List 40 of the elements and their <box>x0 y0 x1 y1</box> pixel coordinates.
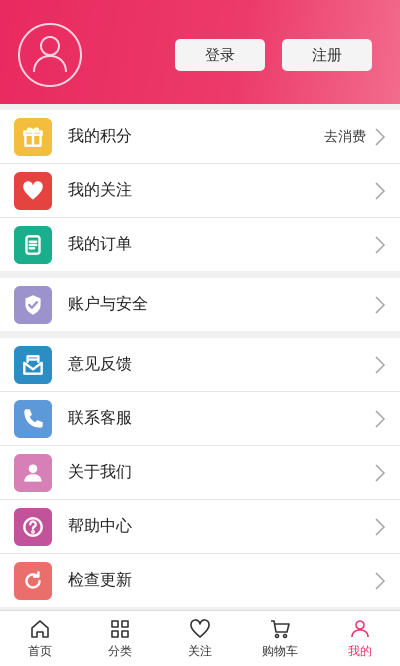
menu-item[interactable]: 我的积分 去消费 <box>0 110 400 163</box>
tab-item[interactable]: 分类 <box>80 611 160 666</box>
chevron-icon <box>374 354 386 374</box>
cart-icon <box>268 617 292 641</box>
chevron-icon <box>374 180 386 200</box>
menu-item[interactable]: 意见反馈 <box>0 338 400 391</box>
chevron-icon <box>374 462 386 482</box>
chevron-icon <box>374 516 386 536</box>
tab-item[interactable]: 我的 <box>320 611 400 666</box>
grid-icon <box>108 617 132 641</box>
chevron-icon <box>374 234 386 254</box>
menu-item[interactable]: 我的订单 <box>0 217 400 271</box>
tab-item[interactable]: 首页 <box>0 611 80 666</box>
menu-label: 我的关注 <box>68 180 132 201</box>
heart-icon <box>188 617 212 641</box>
menu-item[interactable]: 帮助中心 <box>0 499 400 553</box>
menu-label: 联系客服 <box>68 408 132 429</box>
login-button[interactable]: 登录 <box>175 39 265 71</box>
menu-item[interactable]: 检查更新 <box>0 553 400 607</box>
menu-label: 帮助中心 <box>68 516 132 537</box>
register-button[interactable]: 注册 <box>282 39 372 71</box>
menu-item[interactable]: 关于我们 <box>0 445 400 499</box>
chevron-icon <box>374 570 386 590</box>
menu-action[interactable]: 去消费 <box>324 128 366 146</box>
chevron-icon <box>374 294 386 314</box>
menu-item[interactable]: 联系客服 <box>0 391 400 445</box>
menu-label: 检查更新 <box>68 570 132 591</box>
menu-item[interactable]: 账户与安全 <box>0 278 400 331</box>
menu-item[interactable]: 我的关注 <box>0 163 400 217</box>
menu-label: 我的积分 <box>68 126 132 147</box>
chevron-icon <box>374 126 386 146</box>
tab-item[interactable]: 购物车 <box>240 611 320 666</box>
menu-label: 意见反馈 <box>68 354 132 375</box>
chevron-icon <box>374 408 386 428</box>
tab-item[interactable]: 关注 <box>160 611 240 666</box>
home-icon <box>28 617 52 641</box>
menu-label: 我的订单 <box>68 234 132 255</box>
avatar-icon <box>17 22 83 88</box>
menu-label: 账户与安全 <box>68 294 148 315</box>
menu-label: 关于我们 <box>68 462 132 483</box>
